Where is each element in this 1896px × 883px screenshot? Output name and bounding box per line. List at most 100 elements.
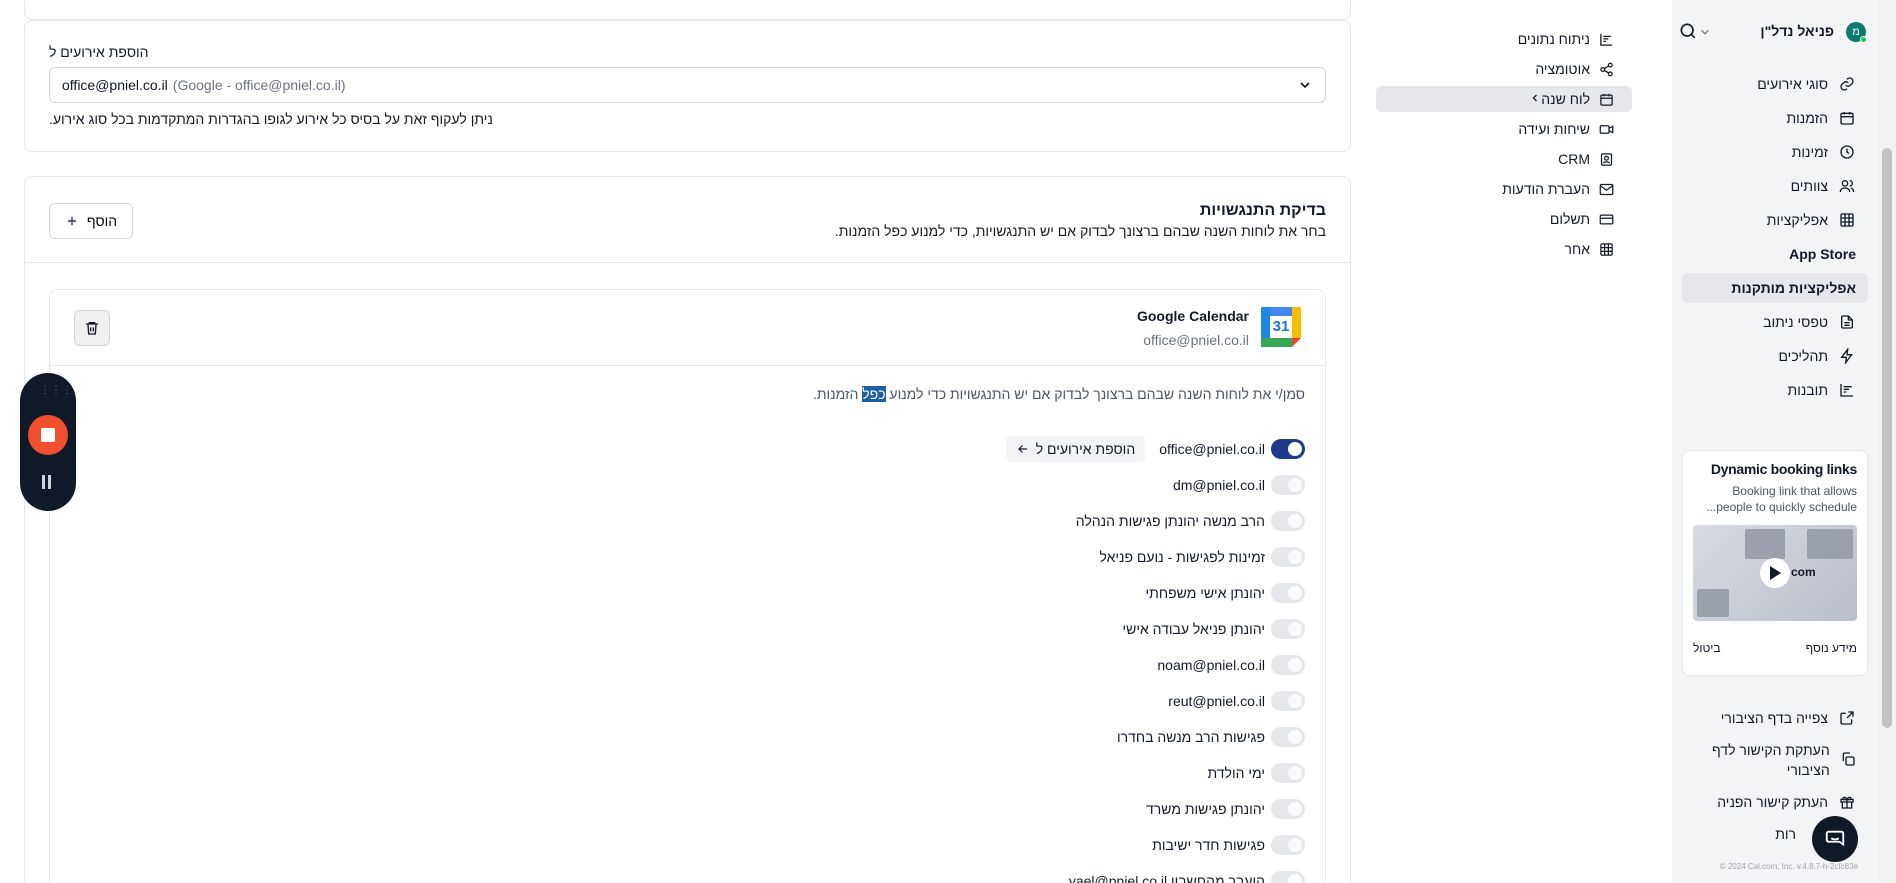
settings-item-label: העברת הודעות <box>1502 181 1590 197</box>
settings-item-analytics[interactable]: ניתוח נתונים <box>1376 26 1632 52</box>
calendar-email: office@pniel.co.il <box>1143 332 1249 348</box>
conflict-description: בחר את לוחות השנה שבהם ברצונך לבדוק אם י… <box>834 223 1326 239</box>
calendar-row: הרב מנשה יהונתן פגישות הנהלה <box>605 503 1305 539</box>
settings-item-crm[interactable]: CRM <box>1376 146 1632 172</box>
destination-badge[interactable]: הוספת אירועים ל <box>1005 436 1146 462</box>
chart-icon <box>1598 31 1614 47</box>
google-calendar-logo: 31 <box>1261 307 1301 347</box>
calendar-toggle[interactable] <box>1271 511 1305 531</box>
add-events-label: הוספת אירועים ל <box>49 44 149 60</box>
calendar-row-name: זמינות לפגישות - נועם פניאל <box>1099 549 1265 565</box>
scrollbar-thumb[interactable] <box>1882 148 1892 728</box>
calendar-toggle[interactable] <box>1271 583 1305 603</box>
calendar-row-name: reut@pniel.co.il <box>1168 693 1265 709</box>
chevron-down-icon[interactable] <box>1698 25 1712 39</box>
sidebar-item-bookings[interactable]: הזמנות <box>1682 103 1868 133</box>
settings-item-automation[interactable]: אוטומציה <box>1376 56 1632 82</box>
sidebar-item-label: אפליקציות מותקנות <box>1731 280 1856 296</box>
recording-widget: ⋮⋮⋮ <box>20 373 76 511</box>
external-link-icon <box>1838 709 1856 727</box>
avatar[interactable]: מ <box>1846 22 1867 43</box>
calendar-row-name: noam@pniel.co.il <box>1157 657 1265 673</box>
calendar-header: 31 Google Calendar office@pniel.co.il <box>50 290 1325 366</box>
sidebar-item-availability[interactable]: זמינות <box>1682 137 1868 167</box>
search-icon[interactable] <box>1678 21 1698 41</box>
calendar-icon <box>1598 91 1614 107</box>
select-value: office@pniel.co.il <box>62 77 168 93</box>
view-public-page-link[interactable]: צפייה בדף הציבורי <box>1682 708 1868 728</box>
destination-calendar-select[interactable]: office@pniel.co.il (Google - office@pnie… <box>49 67 1326 103</box>
sidebar-item-teams[interactable]: צוותים <box>1682 171 1868 201</box>
sidebar-item-workflows[interactable]: תהליכים <box>1682 341 1868 371</box>
settings-item-calendar[interactable]: לוח שנה <box>1376 86 1632 112</box>
previous-card <box>24 0 1351 20</box>
gift-icon <box>1838 793 1856 811</box>
users-icon <box>1838 177 1856 195</box>
pause-icon[interactable] <box>42 475 54 489</box>
calendar-row: זמינות לפגישות - נועם פניאל <box>605 539 1305 575</box>
calendar-toggle[interactable] <box>1271 763 1305 783</box>
calendar-row: ימי הולדת <box>605 755 1305 791</box>
calendar-icon <box>1838 109 1856 127</box>
scrollbar[interactable] <box>1878 0 1896 883</box>
user-name[interactable]: פניאל נדל"ן <box>1760 23 1834 39</box>
promo-more-info-link[interactable]: מידע נוסף <box>1806 641 1857 655</box>
calendar-toggle[interactable] <box>1271 439 1305 459</box>
sidebar-item-label: זמינות <box>1791 144 1828 160</box>
delete-calendar-button[interactable] <box>74 310 110 346</box>
calendar-row: יהונתן אישי משפחתי <box>605 575 1305 611</box>
calendar-toggle[interactable] <box>1271 727 1305 747</box>
conflict-header: בדיקת התנגשויות בחר את לוחות השנה שבהם ב… <box>25 177 1350 263</box>
add-calendar-button[interactable]: הוסף <box>49 203 133 239</box>
chat-support-button[interactable] <box>1812 816 1858 862</box>
promo-links: מידע נוסף ביטול <box>1693 641 1857 655</box>
sidebar-item-apps[interactable]: אפליקציות <box>1682 205 1868 235</box>
add-button-label: הוסף <box>86 213 118 229</box>
calendar-toggle[interactable] <box>1271 799 1305 819</box>
sidebar-item-event-types[interactable]: סוגי אירועים <box>1682 69 1868 99</box>
calendar-toggle[interactable] <box>1271 655 1305 675</box>
stop-icon <box>41 428 55 442</box>
settings-item-payment[interactable]: תשלום <box>1376 206 1632 232</box>
stop-recording-button[interactable] <box>28 415 68 455</box>
copy-public-link[interactable]: העתקת הקישור לדף הציבורי <box>1682 740 1868 780</box>
calendar-row-name: הועבר מהחשבון yael@pniel.co.il <box>1068 873 1265 883</box>
sidebar-item-label: סוגי אירועים <box>1757 76 1828 92</box>
calendar-row: reut@pniel.co.il <box>605 683 1305 719</box>
online-status-dot <box>1860 36 1867 43</box>
sidebar-bottom-label: העתק קישור הפניה <box>1717 794 1828 810</box>
settings-item-messaging[interactable]: העברת הודעות <box>1376 176 1632 202</box>
clock-icon <box>1838 143 1856 161</box>
sidebar-item-label: תובנות <box>1787 382 1828 398</box>
calendar-toggle[interactable] <box>1271 475 1305 495</box>
play-icon[interactable] <box>1760 558 1790 588</box>
link-icon <box>1838 75 1856 93</box>
copy-referral-link[interactable]: העתק קישור הפניה <box>1682 792 1868 812</box>
sidebar-item-installed-apps[interactable]: אפליקציות מותקנות <box>1682 273 1868 303</box>
conflict-title: בדיקת התנגשויות <box>1199 202 1326 219</box>
user-header: מ פניאל נדל"ן <box>1672 20 1878 44</box>
calendar-toggle[interactable] <box>1271 547 1305 567</box>
calendar-row: office@pniel.co.il הוספת אירועים ל <box>605 431 1305 467</box>
video-icon <box>1598 121 1614 137</box>
calendar-row-name: פגישות חדר ישיבות <box>1152 837 1265 853</box>
sidebar-item-routing-forms[interactable]: טפסי ניתוב <box>1682 307 1868 337</box>
calendar-toggle[interactable] <box>1271 619 1305 639</box>
select-sub-value: (Google - office@pniel.co.il) <box>172 77 346 93</box>
settings-item-conferencing[interactable]: שיחות ועידה <box>1376 116 1632 142</box>
promo-video[interactable]: com <box>1693 525 1857 621</box>
drag-handle-icon[interactable]: ⋮⋮⋮ <box>40 385 73 396</box>
calendar-toggle[interactable] <box>1271 691 1305 711</box>
calendar-row-name: הרב מנשה יהונתן פגישות הנהלה <box>1075 513 1265 529</box>
settings-item-other[interactable]: אחר <box>1376 236 1632 262</box>
sidebar-item-insights[interactable]: תובנות <box>1682 375 1868 405</box>
calendar-row: פגישות חדר ישיבות <box>605 827 1305 863</box>
calendar-toggle[interactable] <box>1271 835 1305 855</box>
promo-description: Booking link that allows people to quick… <box>1706 484 1857 514</box>
sidebar-item-app-store[interactable]: App Store <box>1682 239 1868 269</box>
promo-dismiss-link[interactable]: ביטול <box>1693 641 1721 655</box>
grid-icon <box>1598 241 1614 257</box>
calendar-toggle[interactable] <box>1271 871 1305 883</box>
sidebar-item-label: App Store <box>1789 246 1856 262</box>
calendar-row: יהונתן פגישות משרד <box>605 791 1305 827</box>
